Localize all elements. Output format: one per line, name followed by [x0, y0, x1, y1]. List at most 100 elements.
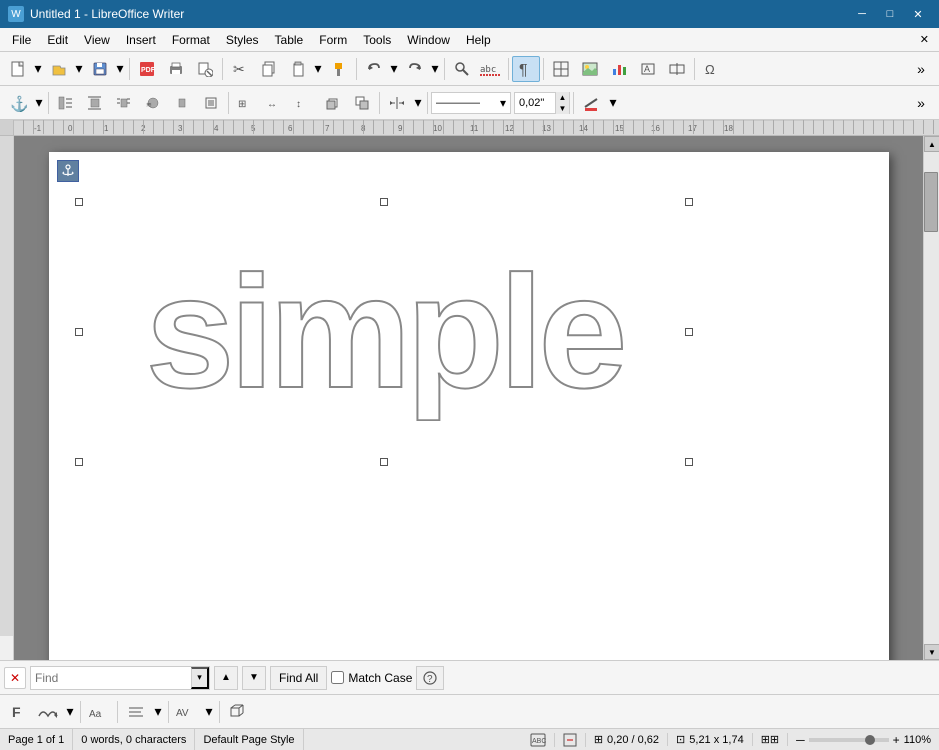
- menu-format[interactable]: Format: [164, 28, 218, 51]
- scroll-down-button[interactable]: ▼: [924, 644, 939, 660]
- zoom-out-button[interactable]: ─: [796, 733, 805, 747]
- menu-tools[interactable]: Tools: [355, 28, 399, 51]
- wrap-page-button[interactable]: [81, 90, 109, 116]
- open-button[interactable]: [45, 56, 73, 82]
- find-next-button[interactable]: ▼: [242, 666, 266, 690]
- fontwork-char-spacing-dropdown[interactable]: ▾: [203, 699, 215, 725]
- save-dropdown-button[interactable]: ▾: [114, 56, 126, 82]
- send-back-button[interactable]: [348, 90, 376, 116]
- open-dropdown-button[interactable]: ▾: [73, 56, 85, 82]
- scrollbar-track[interactable]: [924, 152, 939, 644]
- new-button[interactable]: [4, 56, 32, 82]
- menu-window[interactable]: Window: [399, 28, 458, 51]
- text-frame[interactable]: simple: [79, 202, 689, 462]
- find-close-button[interactable]: ✕: [4, 667, 26, 689]
- nonprinting-chars-button[interactable]: ¶: [512, 56, 540, 82]
- zoom-slider[interactable]: [809, 738, 889, 742]
- flip-horizontal-button[interactable]: ↔: [261, 90, 289, 116]
- spacing-button[interactable]: [383, 90, 411, 116]
- line-color-dropdown-button[interactable]: ▾: [607, 90, 619, 116]
- paste-dropdown-button[interactable]: ▾: [312, 56, 324, 82]
- wrap-none-button[interactable]: [52, 90, 80, 116]
- maximize-button[interactable]: □: [877, 4, 903, 24]
- insert-table-button[interactable]: [547, 56, 575, 82]
- bring-forward-button[interactable]: [319, 90, 347, 116]
- flip-vertical-button[interactable]: ↕: [290, 90, 318, 116]
- find-options-button[interactable]: ?: [416, 666, 444, 690]
- status-word-count[interactable]: 0 words, 0 characters: [73, 729, 195, 750]
- status-page-info[interactable]: Page 1 of 1: [0, 729, 73, 750]
- wrap-parallel-button[interactable]: [110, 90, 138, 116]
- expand-toolbar-button[interactable]: »: [907, 56, 935, 82]
- redo-button[interactable]: [401, 56, 429, 82]
- copy-button[interactable]: [255, 56, 283, 82]
- fontwork-character-spacing-button[interactable]: AV: [173, 699, 201, 725]
- find-prev-button[interactable]: ▲: [214, 666, 238, 690]
- insert-chart-button[interactable]: [605, 56, 633, 82]
- find-all-button[interactable]: Find All: [270, 666, 327, 690]
- status-track-changes[interactable]: [555, 733, 586, 747]
- insert-field-button[interactable]: [663, 56, 691, 82]
- format-paint-button[interactable]: [325, 56, 353, 82]
- scroll-up-button[interactable]: ▲: [924, 136, 939, 152]
- expand-toolbar2-button[interactable]: »: [907, 90, 935, 116]
- line-width-up-button[interactable]: ▲: [555, 92, 569, 103]
- paste-button[interactable]: [284, 56, 312, 82]
- position-button[interactable]: ⊞: [232, 90, 260, 116]
- zoom-thumb[interactable]: [865, 735, 875, 745]
- scrollbar-thumb[interactable]: [924, 172, 938, 232]
- anchor-indicator[interactable]: [57, 160, 79, 182]
- menu-view[interactable]: View: [76, 28, 118, 51]
- wrap-contour-button[interactable]: ≋: [139, 90, 167, 116]
- fontwork-alignment-button[interactable]: [122, 699, 150, 725]
- cut-button[interactable]: ✂: [226, 56, 254, 82]
- menu-edit[interactable]: Edit: [39, 28, 76, 51]
- undo-dropdown-button[interactable]: ▾: [388, 56, 400, 82]
- undo-button[interactable]: [360, 56, 388, 82]
- save-button[interactable]: [86, 56, 114, 82]
- insert-special-button[interactable]: Ω: [698, 56, 726, 82]
- status-selection-mode[interactable]: ⊞ ⊞: [753, 733, 788, 746]
- line-width-input[interactable]: [515, 97, 555, 109]
- match-case-label[interactable]: Match Case: [331, 671, 412, 685]
- menu-table[interactable]: Table: [267, 28, 312, 51]
- fontwork-toggle-3d-button[interactable]: [224, 699, 252, 725]
- document-area[interactable]: simple: [14, 136, 923, 660]
- pdf-button[interactable]: PDF: [133, 56, 161, 82]
- print-button[interactable]: [162, 56, 190, 82]
- find-replace-button[interactable]: [448, 56, 476, 82]
- menu-help[interactable]: Help: [458, 28, 499, 51]
- status-page-style[interactable]: Default Page Style: [195, 729, 303, 750]
- spellcheck-button[interactable]: abc: [477, 56, 505, 82]
- menu-form[interactable]: Form: [311, 28, 355, 51]
- fontwork-shape-button[interactable]: [34, 699, 62, 725]
- document-close-button[interactable]: ✕: [914, 31, 935, 48]
- find-dropdown-button[interactable]: ▾: [191, 667, 209, 689]
- fontwork-shape-dropdown[interactable]: ▾: [64, 699, 76, 725]
- menu-insert[interactable]: Insert: [118, 28, 164, 51]
- new-dropdown-button[interactable]: ▾: [32, 56, 44, 82]
- fontwork-same-letter-height-button[interactable]: Aa: [85, 699, 113, 725]
- fontwork-alignment-dropdown[interactable]: ▾: [152, 699, 164, 725]
- spacing-dropdown-button[interactable]: ▾: [412, 90, 424, 116]
- anchor-dropdown-button[interactable]: ▾: [33, 90, 45, 116]
- close-button[interactable]: ✕: [905, 4, 931, 24]
- redo-dropdown-button[interactable]: ▾: [429, 56, 441, 82]
- find-input[interactable]: [31, 667, 191, 689]
- wrap-dynamic-button[interactable]: [168, 90, 196, 116]
- line-color-button[interactable]: [577, 90, 605, 116]
- menu-file[interactable]: File: [4, 28, 39, 51]
- line-style-dropdown[interactable]: ———— ▾: [431, 92, 511, 114]
- insert-image-button[interactable]: [576, 56, 604, 82]
- zoom-in-button[interactable]: +: [893, 733, 900, 747]
- menu-styles[interactable]: Styles: [218, 28, 267, 51]
- match-case-checkbox[interactable]: [331, 671, 344, 684]
- anchor-button[interactable]: ⚓: [4, 90, 32, 116]
- fontwork-gallery-button[interactable]: F: [4, 699, 32, 725]
- wrap-background-button[interactable]: [197, 90, 225, 116]
- status-lang-icon[interactable]: ABC: [522, 733, 555, 747]
- line-width-down-button[interactable]: ▼: [555, 103, 569, 114]
- insert-textbox-button[interactable]: A: [634, 56, 662, 82]
- preview-button[interactable]: [191, 56, 219, 82]
- minimize-button[interactable]: ─: [849, 4, 875, 24]
